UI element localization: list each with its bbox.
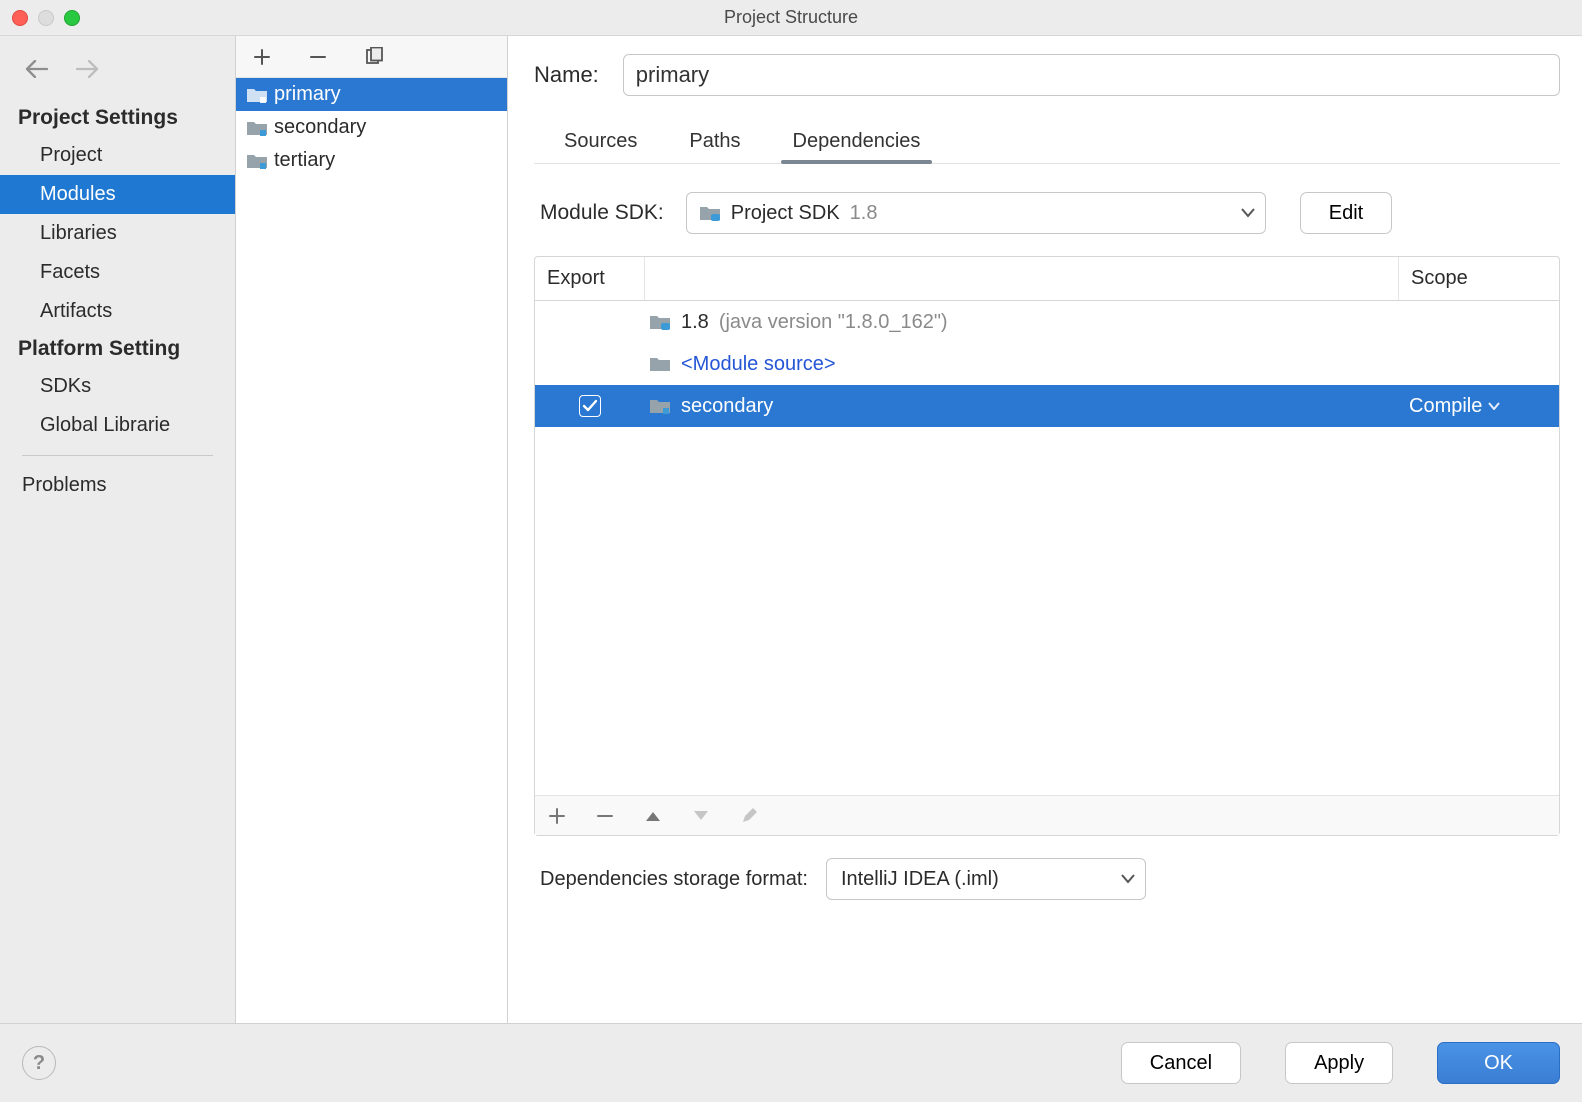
window-controls: [12, 10, 80, 26]
storage-format-value: IntelliJ IDEA (.iml): [841, 868, 999, 891]
back-button[interactable]: [22, 58, 50, 80]
add-dependency-button[interactable]: [545, 804, 569, 828]
storage-format-label: Dependencies storage format:: [540, 868, 808, 891]
dependency-table: Export Scope 1.8 (java version "1.8.0_16…: [534, 256, 1560, 836]
cancel-button[interactable]: Cancel: [1121, 1042, 1241, 1084]
main-content: Project Settings Project Modules Librari…: [0, 36, 1582, 1024]
tab-paths[interactable]: Paths: [685, 124, 744, 163]
ok-button[interactable]: OK: [1437, 1042, 1560, 1084]
chevron-down-icon: [1241, 208, 1255, 218]
titlebar: Project Structure: [0, 0, 1582, 36]
sdk-icon: [699, 204, 721, 222]
dependency-toolbar: [535, 795, 1559, 835]
tab-sources[interactable]: Sources: [560, 124, 641, 163]
sdk-select-version: 1.8: [850, 202, 878, 225]
module-item-tertiary[interactable]: tertiary: [236, 144, 507, 177]
module-sdk-label: Module SDK:: [540, 201, 664, 225]
dependency-table-header: Export Scope: [535, 257, 1559, 301]
sdk-select-name: Project SDK: [731, 202, 840, 225]
forward-button[interactable]: [74, 58, 102, 80]
add-module-button[interactable]: [250, 45, 274, 69]
move-up-button[interactable]: [641, 804, 665, 828]
minimize-window-button[interactable]: [38, 10, 54, 26]
module-list-panel: primary secondary tertiary: [236, 36, 508, 1023]
tabs-underline: [534, 163, 1560, 164]
apply-button[interactable]: Apply: [1285, 1042, 1393, 1084]
dependency-label: <Module source>: [681, 353, 836, 376]
dependency-label: secondary: [681, 395, 773, 418]
sidebar-item-libraries[interactable]: Libraries: [0, 214, 235, 253]
module-icon: [246, 86, 268, 104]
sidebar-item-artifacts[interactable]: Artifacts: [0, 292, 235, 331]
chevron-down-icon: [1488, 402, 1500, 410]
dependency-row-sdk[interactable]: 1.8 (java version "1.8.0_162"): [535, 301, 1559, 343]
module-item-primary[interactable]: primary: [236, 78, 507, 111]
sdk-edit-button[interactable]: Edit: [1300, 192, 1392, 234]
chevron-down-icon: [1121, 874, 1135, 884]
module-item-secondary[interactable]: secondary: [236, 111, 507, 144]
dependency-label: 1.8: [681, 311, 709, 334]
column-export[interactable]: Export: [535, 257, 645, 300]
module-item-label: secondary: [274, 116, 366, 139]
copy-module-button[interactable]: [362, 45, 386, 69]
sdk-icon: [649, 313, 671, 331]
dependency-meta: (java version "1.8.0_162"): [719, 311, 948, 334]
move-down-button[interactable]: [689, 804, 713, 828]
zoom-window-button[interactable]: [64, 10, 80, 26]
help-button[interactable]: ?: [22, 1046, 56, 1080]
dependency-row-module-source[interactable]: <Module source>: [535, 343, 1559, 385]
edit-dependency-button[interactable]: [737, 804, 761, 828]
dependency-row-secondary[interactable]: secondary Compile: [535, 385, 1559, 427]
sidebar-item-modules[interactable]: Modules: [0, 175, 235, 214]
sidebar-section-header: Project Settings: [0, 100, 235, 136]
name-label: Name:: [534, 62, 599, 88]
remove-module-button[interactable]: [306, 45, 330, 69]
dependency-scope[interactable]: Compile: [1409, 395, 1482, 418]
window-title: Project Structure: [0, 7, 1582, 28]
settings-sidebar: Project Settings Project Modules Librari…: [0, 36, 236, 1023]
remove-dependency-button[interactable]: [593, 804, 617, 828]
tab-dependencies[interactable]: Dependencies: [789, 124, 925, 163]
sidebar-item-global-libraries[interactable]: Global Librarie: [0, 406, 235, 445]
module-item-label: tertiary: [274, 149, 335, 172]
module-list: primary secondary tertiary: [236, 78, 507, 1023]
sidebar-section-header: Platform Setting: [0, 331, 235, 367]
dependency-rows: 1.8 (java version "1.8.0_162") <Module s…: [535, 301, 1559, 795]
export-checkbox[interactable]: [579, 395, 601, 417]
module-name-input[interactable]: [623, 54, 1560, 96]
column-scope[interactable]: Scope: [1399, 257, 1559, 300]
close-window-button[interactable]: [12, 10, 28, 26]
column-name[interactable]: [645, 257, 1399, 300]
sidebar-item-problems[interactable]: Problems: [0, 466, 235, 505]
module-icon: [246, 152, 268, 170]
module-tabs: Sources Paths Dependencies: [560, 124, 1560, 163]
folder-icon: [649, 355, 671, 373]
module-toolbar: [236, 36, 507, 78]
module-icon: [649, 397, 671, 415]
module-item-label: primary: [274, 83, 341, 106]
sidebar-separator: [22, 455, 213, 456]
sidebar-item-sdks[interactable]: SDKs: [0, 367, 235, 406]
module-icon: [246, 119, 268, 137]
storage-format-select[interactable]: IntelliJ IDEA (.iml): [826, 858, 1146, 900]
dialog-footer: ? Cancel Apply OK: [0, 1024, 1582, 1102]
sidebar-item-project[interactable]: Project: [0, 136, 235, 175]
module-detail-panel: Name: Sources Paths Dependencies Module …: [508, 36, 1582, 1023]
sidebar-item-facets[interactable]: Facets: [0, 253, 235, 292]
module-sdk-select[interactable]: Project SDK 1.8: [686, 192, 1266, 234]
